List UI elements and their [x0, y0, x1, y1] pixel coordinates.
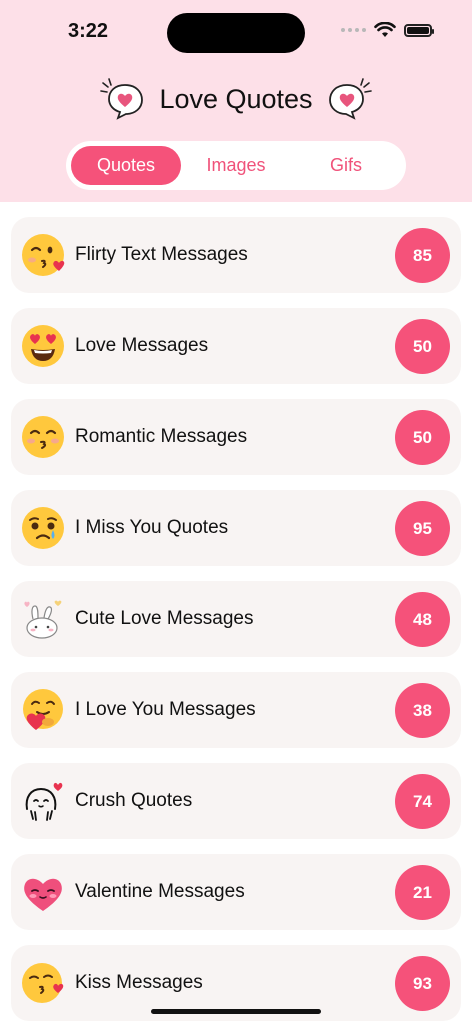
category-card[interactable]: Flirty Text Messages 85	[11, 217, 461, 293]
tab-bar: Quotes Images Gifs	[66, 141, 406, 190]
category-label: Romantic Messages	[75, 426, 248, 447]
category-label: I Love You Messages	[75, 699, 256, 720]
heart-bubble-icon	[328, 78, 372, 120]
category-card[interactable]: Valentine Messages 21	[11, 854, 461, 930]
count-badge: 50	[395, 319, 450, 374]
category-card[interactable]: Crush Quotes 74	[11, 763, 461, 839]
count-badge: 85	[395, 228, 450, 283]
count-badge: 21	[395, 865, 450, 920]
dynamic-island	[167, 13, 305, 53]
category-card[interactable]: I Love You Messages 38	[11, 672, 461, 748]
heart-bubble-icon	[100, 78, 144, 120]
category-label: I Miss You Quotes	[75, 517, 229, 538]
shy-doodle-heart-icon	[25, 782, 63, 821]
category-label: Flirty Text Messages	[75, 244, 248, 265]
kissing-smiling-emoji-icon	[22, 416, 64, 458]
blushing-heart-face-icon	[24, 878, 62, 911]
home-indicator[interactable]	[151, 1009, 321, 1014]
heart-eyes-emoji-icon	[22, 325, 64, 367]
bunny-hearts-icon	[24, 600, 62, 639]
category-card[interactable]: I Miss You Quotes 95	[11, 490, 461, 566]
tab-images[interactable]: Images	[181, 146, 291, 185]
tab-quotes[interactable]: Quotes	[71, 146, 181, 185]
count-badge: 95	[395, 501, 450, 556]
hugging-heart-emoji-icon	[23, 689, 63, 730]
header: 3:22 Love Quotes Quotes Images Gifs	[0, 0, 472, 202]
status-time: 3:22	[68, 20, 109, 42]
title-row: Love Quotes	[0, 74, 472, 124]
crying-emoji-icon	[22, 507, 64, 549]
category-label: Cute Love Messages	[75, 608, 254, 629]
tab-gifs[interactable]: Gifs	[291, 146, 401, 185]
status-icons	[341, 22, 434, 38]
category-label: Love Messages	[75, 335, 209, 356]
count-badge: 93	[395, 956, 450, 1011]
page-title: Love Quotes	[159, 83, 313, 114]
category-label: Crush Quotes	[75, 790, 193, 811]
count-badge: 74	[395, 774, 450, 829]
kissing-wink-emoji-icon	[22, 234, 65, 276]
signal-icon	[341, 28, 366, 32]
category-card[interactable]: Cute Love Messages 48	[11, 581, 461, 657]
count-badge: 50	[395, 410, 450, 465]
count-badge: 38	[395, 683, 450, 738]
category-card[interactable]: Romantic Messages 50	[11, 399, 461, 475]
category-card[interactable]: Love Messages 50	[11, 308, 461, 384]
wifi-icon	[374, 22, 396, 37]
count-badge: 48	[395, 592, 450, 647]
battery-icon	[404, 23, 434, 37]
category-label: Valentine Messages	[75, 881, 245, 902]
kissing-heart-emoji-icon	[22, 963, 64, 1003]
